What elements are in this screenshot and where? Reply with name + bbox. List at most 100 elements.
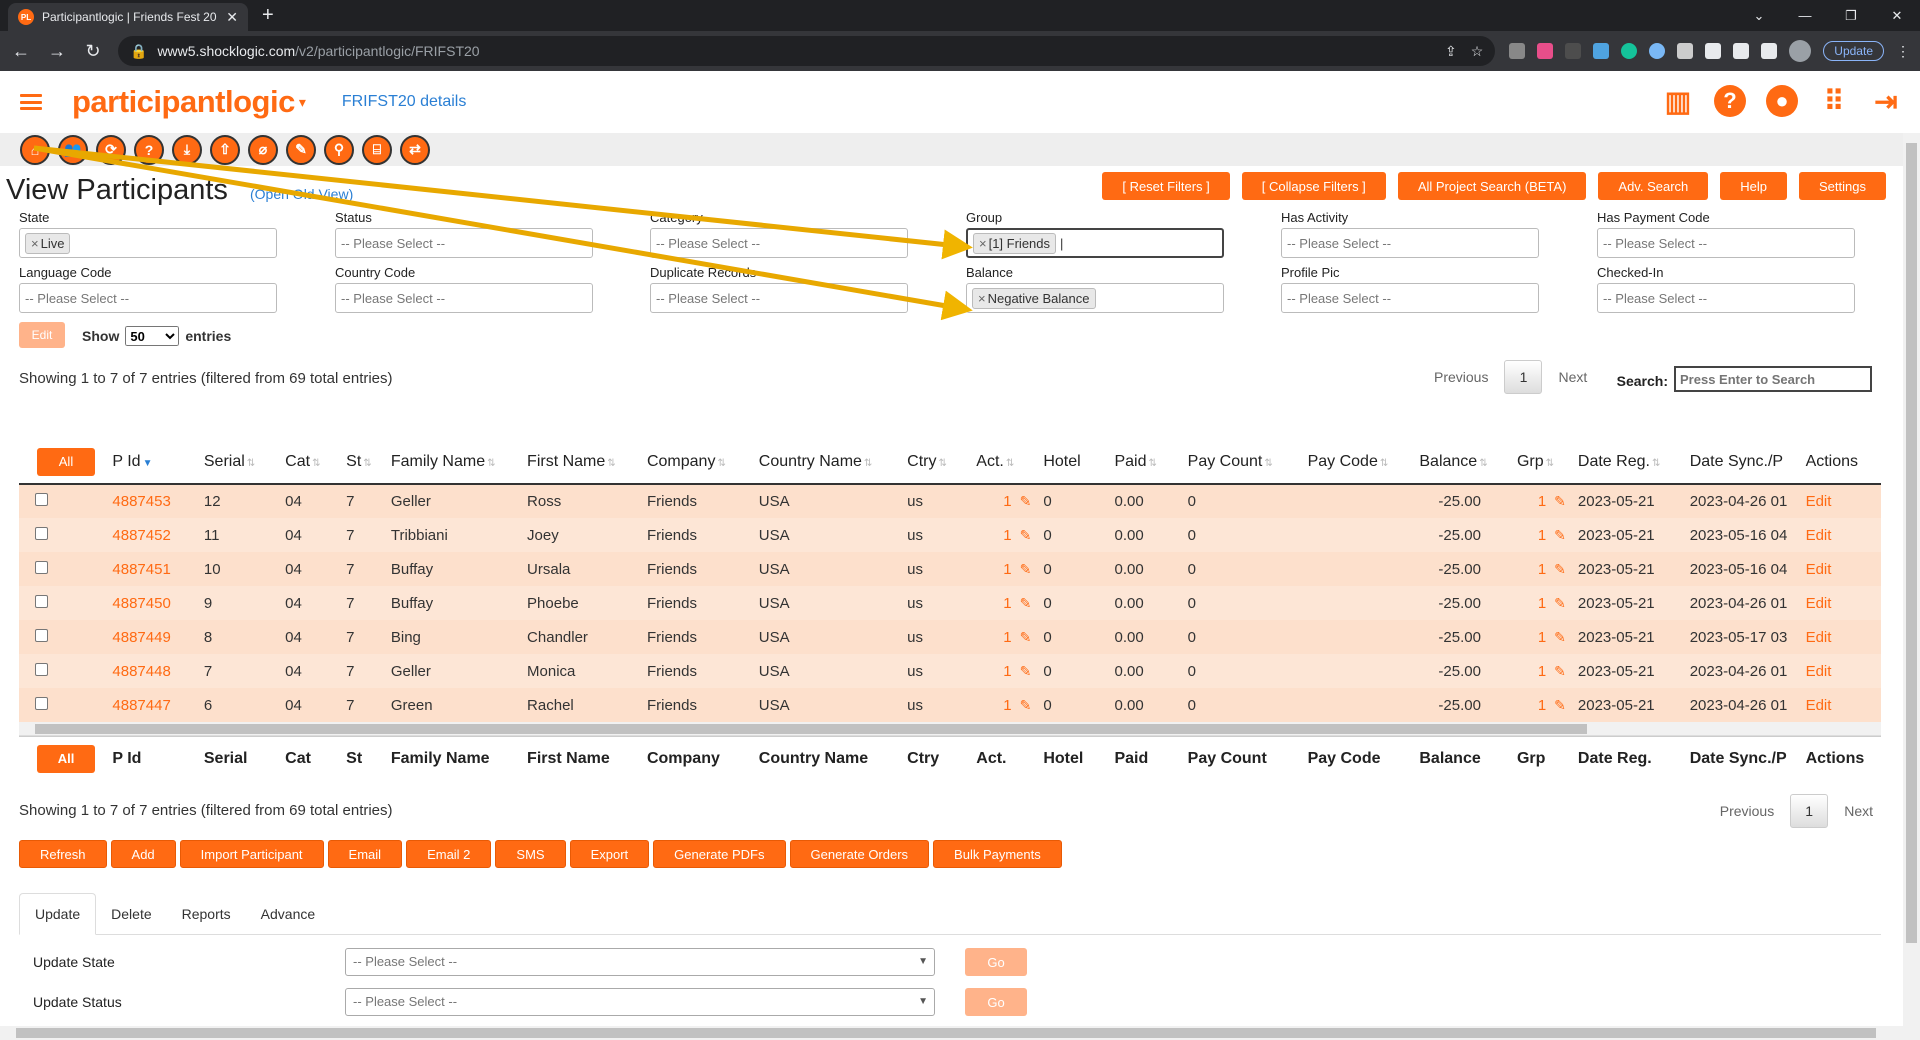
add-button[interactable]: Add (111, 840, 176, 868)
pencil-icon[interactable]: ✎ (1554, 561, 1566, 577)
row-checkbox[interactable] (35, 629, 48, 642)
cell-action[interactable]: Edit (1800, 688, 1881, 722)
caret-down-icon[interactable]: ▾ (299, 94, 306, 111)
profile-avatar[interactable] (1789, 40, 1811, 62)
old-view-link[interactable]: (Open Old View) (250, 186, 353, 202)
act-count-link[interactable]: 1 (1003, 629, 1011, 646)
select-all-button-bottom[interactable]: All (37, 745, 95, 773)
remove-icon[interactable]: × (978, 291, 986, 306)
table-row[interactable]: 48874476047GreenRachelFriendsUSAus1✎00.0… (19, 688, 1881, 722)
row-checkbox[interactable] (35, 527, 48, 540)
remove-icon[interactable]: × (31, 236, 39, 251)
grammarly-icon[interactable] (1621, 43, 1637, 59)
col-header[interactable]: Hotel (1037, 440, 1108, 484)
close-window-icon[interactable]: ✕ (1874, 0, 1920, 31)
update-status-go-button[interactable]: Go (965, 988, 1027, 1016)
row-checkbox[interactable] (35, 697, 48, 710)
col-header[interactable]: St⇅ (340, 440, 385, 484)
col-header[interactable]: Pay Code⇅ (1302, 440, 1414, 484)
cell-pid[interactable]: 4887452 (106, 518, 197, 552)
attachment-icon[interactable]: ⌀ (248, 135, 278, 165)
pencil-icon[interactable]: ✎ (1020, 561, 1032, 577)
generate-orders-button[interactable]: Generate Orders (790, 840, 930, 868)
forward-icon[interactable]: → (46, 41, 68, 62)
share-icon[interactable]: ⇪ (1445, 43, 1457, 60)
grp-count-link[interactable]: 1 (1538, 493, 1546, 510)
update-status-select[interactable]: -- Please Select --▼ (345, 988, 935, 1016)
back-icon[interactable]: ← (10, 41, 32, 62)
page-number[interactable]: 1 (1504, 360, 1542, 394)
grp-count-link[interactable]: 1 (1538, 697, 1546, 714)
all-project-search-button[interactable]: All Project Search (BETA) (1398, 172, 1587, 200)
reset-filters-button[interactable]: [ Reset Filters ] (1102, 172, 1229, 200)
row-checkbox[interactable] (35, 561, 48, 574)
download-icon[interactable]: ⤓ (172, 135, 202, 165)
settings-button[interactable]: Settings (1799, 172, 1886, 200)
previous-link[interactable]: Previous (1434, 369, 1488, 385)
cell-action[interactable]: Edit (1800, 620, 1881, 654)
pencil-icon[interactable]: ✎ (1020, 595, 1032, 611)
col-header[interactable]: Company⇅ (641, 440, 753, 484)
email-button[interactable]: Email (328, 840, 403, 868)
import-participant-button[interactable]: Import Participant (180, 840, 324, 868)
cell-pid[interactable]: 4887449 (106, 620, 197, 654)
cell-pid[interactable]: 4887451 (106, 552, 197, 586)
cell-action[interactable]: Edit (1800, 586, 1881, 620)
country-code-select[interactable]: -- Please Select -- (335, 283, 593, 313)
side-panel-icon[interactable] (1761, 43, 1777, 59)
update-state-select[interactable]: -- Please Select --▼ (345, 948, 935, 976)
star-icon[interactable]: ☆ (1471, 43, 1484, 60)
tab-delete[interactable]: Delete (96, 893, 166, 934)
scrollbar-thumb[interactable] (1906, 143, 1917, 943)
select-all-button[interactable]: All (37, 448, 95, 476)
act-count-link[interactable]: 1 (1003, 697, 1011, 714)
apps-grid-icon[interactable]: ⠿ (1818, 85, 1850, 117)
search-input[interactable] (1674, 366, 1872, 392)
act-count-link[interactable]: 1 (1003, 595, 1011, 612)
grp-count-link[interactable]: 1 (1538, 663, 1546, 680)
col-header[interactable]: Cat⇅ (279, 440, 340, 484)
previous-link[interactable]: Previous (1720, 803, 1774, 819)
hotel-bed-icon[interactable]: ⌸ (362, 135, 392, 165)
has-activity-select[interactable]: -- Please Select -- (1281, 228, 1539, 258)
pencil-icon[interactable]: ✎ (1554, 629, 1566, 645)
sms-button[interactable]: SMS (495, 840, 565, 868)
act-count-link[interactable]: 1 (1003, 663, 1011, 680)
col-header[interactable]: Paid⇅ (1108, 440, 1181, 484)
act-count-link[interactable]: 1 (1003, 561, 1011, 578)
pencil-icon[interactable]: ✎ (1554, 493, 1566, 509)
restore-icon[interactable]: ❐ (1828, 0, 1874, 31)
col-header[interactable]: Ctry⇅ (901, 440, 970, 484)
update-button[interactable]: Update (1823, 41, 1884, 61)
table-row[interactable]: 48874487047GellerMonicaFriendsUSAus1✎00.… (19, 654, 1881, 688)
shuffle-icon[interactable]: ⇄ (400, 135, 430, 165)
page-horizontal-scrollbar[interactable] (0, 1026, 1903, 1040)
pencil-icon[interactable]: ✎ (1554, 697, 1566, 713)
col-header[interactable]: P Id▼ (106, 440, 197, 484)
vpn-icon[interactable] (1649, 43, 1665, 59)
checked-in-select[interactable]: -- Please Select -- (1597, 283, 1855, 313)
pencil-icon[interactable]: ✎ (1020, 629, 1032, 645)
notes-icon[interactable]: ✎ (286, 135, 316, 165)
entries-select[interactable]: 50 (125, 326, 179, 346)
tab-advance[interactable]: Advance (246, 893, 330, 934)
export-button[interactable]: Export (570, 840, 650, 868)
next-link[interactable]: Next (1844, 803, 1873, 819)
hamburger-icon[interactable] (20, 94, 42, 110)
category-select[interactable]: -- Please Select -- (650, 228, 908, 258)
scrollbar-thumb[interactable] (16, 1028, 1876, 1038)
extension-icon[interactable] (1565, 43, 1581, 59)
cell-pid[interactable]: 4887448 (106, 654, 197, 688)
help-button[interactable]: Help (1720, 172, 1787, 200)
update-state-go-button[interactable]: Go (965, 948, 1027, 976)
cell-pid[interactable]: 4887450 (106, 586, 197, 620)
minimize-icon[interactable]: — (1782, 0, 1828, 31)
status-select[interactable]: -- Please Select -- (335, 228, 593, 258)
cell-action[interactable]: Edit (1800, 552, 1881, 586)
user-icon[interactable]: ● (1766, 85, 1798, 117)
table-row[interactable]: 48874509047BuffayPhoebeFriendsUSAus1✎00.… (19, 586, 1881, 620)
balance-select[interactable]: ×Negative Balance (966, 283, 1224, 313)
grp-count-link[interactable]: 1 (1538, 629, 1546, 646)
grp-count-link[interactable]: 1 (1538, 595, 1546, 612)
col-header[interactable]: Pay Count⇅ (1182, 440, 1302, 484)
